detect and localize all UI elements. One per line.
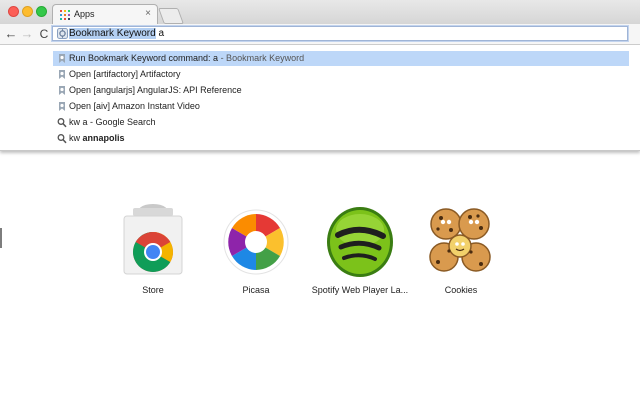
app-label: Store [142, 285, 164, 295]
suggestion-emphasis: annapolis [82, 133, 125, 143]
search-icon [57, 134, 67, 144]
suggestion-item[interactable]: Open [angularjs] AngularJS: API Referenc… [53, 83, 629, 98]
bookmark-keyword-icon [59, 102, 65, 111]
suggestion-text: kw annapolis [69, 131, 125, 146]
tab-apps[interactable]: Apps × [52, 4, 158, 25]
app-label: Cookies [444, 285, 478, 295]
tab-close-icon[interactable]: × [145, 8, 151, 19]
suggestion-text: Open [angularjs] AngularJS: API Referenc… [69, 85, 242, 95]
toolbar: ← → C Bookmark Keyword a [0, 24, 640, 45]
app-spotify[interactable]: Spotify Web Player La... [310, 200, 410, 304]
cookies-icon [429, 208, 491, 272]
search-icon [57, 118, 67, 128]
omnibox-suggestions: Run Bookmark Keyword command: a - Bookma… [0, 45, 640, 151]
suggestion-item[interactable]: kw a - Google Search [53, 115, 629, 130]
suggestion-text: kw a - Google Search [69, 117, 156, 127]
suggestion-item[interactable]: Open [artifactory] Artifactory [53, 67, 629, 82]
chrome-web-store-icon [123, 203, 183, 275]
suggestion-item[interactable]: kw annapolis [53, 131, 629, 146]
suggestion-item[interactable]: Open [aiv] Amazon Instant Video [53, 99, 629, 114]
tab-title: Apps [74, 9, 95, 19]
window-minimize-button[interactable] [22, 6, 33, 17]
window-close-button[interactable] [8, 6, 19, 17]
suggestion-text: Open [artifactory] Artifactory [69, 69, 181, 79]
omnibox-text: Bookmark Keyword a [69, 27, 164, 40]
omnibox[interactable]: Bookmark Keyword a [52, 26, 628, 41]
spotify-icon [327, 207, 393, 277]
app-label: Picasa [242, 285, 270, 295]
apps-grid-icon [60, 10, 70, 20]
back-button[interactable]: ← [4, 25, 18, 43]
apps-grid: Store Picasa Spotify Web Player La... Co… [0, 200, 640, 310]
suggestion-prefix: kw [69, 133, 83, 143]
bookmark-keyword-icon [59, 54, 65, 63]
new-tab-button[interactable] [158, 8, 184, 24]
picasa-icon [223, 209, 289, 275]
app-store[interactable]: Store [103, 200, 203, 304]
forward-button[interactable]: → [20, 25, 34, 43]
omnibox-query: a [155, 28, 165, 39]
app-label: Spotify Web Player La... [311, 285, 409, 295]
bookmark-keyword-icon [59, 70, 65, 79]
bookmark-keyword-icon [59, 86, 65, 95]
bookmark-keyword-icon [57, 28, 68, 39]
suggestion-main: Run Bookmark Keyword command: a [69, 53, 219, 63]
suggestion-item[interactable]: Run Bookmark Keyword command: a - Bookma… [53, 51, 629, 66]
app-cookies[interactable]: Cookies [411, 200, 511, 304]
app-picasa[interactable]: Picasa [206, 200, 306, 304]
suggestion-text: Run Bookmark Keyword command: a - Bookma… [69, 51, 304, 66]
window-maximize-button[interactable] [36, 6, 47, 17]
title-bar: Apps × [0, 0, 640, 25]
suggestion-text: Open [aiv] Amazon Instant Video [69, 101, 200, 111]
omnibox-keyword: Bookmark Keyword [69, 28, 156, 39]
suggestion-desc: - Bookmark Keyword [218, 53, 305, 63]
reload-button[interactable]: C [37, 25, 51, 43]
